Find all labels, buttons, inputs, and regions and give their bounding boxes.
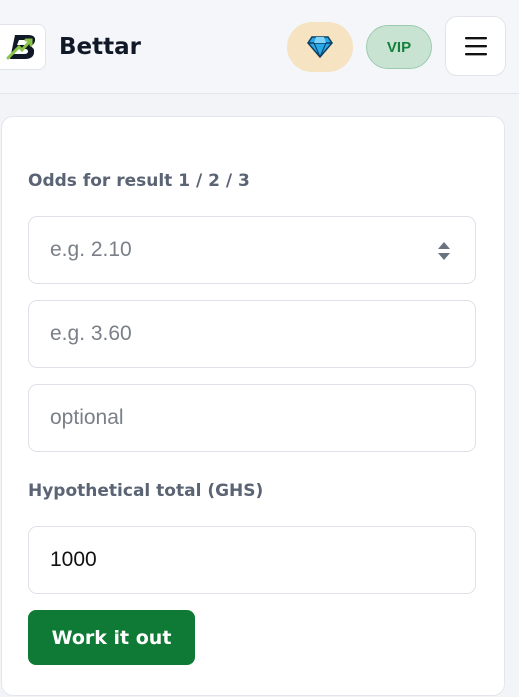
- odds-result-3-input[interactable]: [28, 384, 476, 452]
- app-header: Bettar VIP: [0, 0, 519, 94]
- work-it-out-button[interactable]: Work it out: [28, 610, 195, 665]
- brand-name: Bettar: [59, 34, 141, 60]
- odds-label: Odds for result 1 / 2 / 3: [28, 171, 250, 191]
- number-stepper-icon[interactable]: [437, 239, 451, 263]
- bettar-logo-icon[interactable]: [0, 24, 46, 70]
- diamond-button[interactable]: [287, 22, 353, 72]
- hamburger-menu-icon: [464, 37, 487, 56]
- diamond-icon: [307, 36, 333, 59]
- vip-button[interactable]: VIP: [366, 25, 432, 69]
- menu-button[interactable]: [445, 16, 506, 76]
- total-label: Hypothetical total (GHS): [28, 481, 264, 501]
- odds-result-2-input[interactable]: [28, 300, 476, 368]
- odds-result-1-input[interactable]: [28, 216, 476, 284]
- hypothetical-total-input[interactable]: [28, 526, 476, 594]
